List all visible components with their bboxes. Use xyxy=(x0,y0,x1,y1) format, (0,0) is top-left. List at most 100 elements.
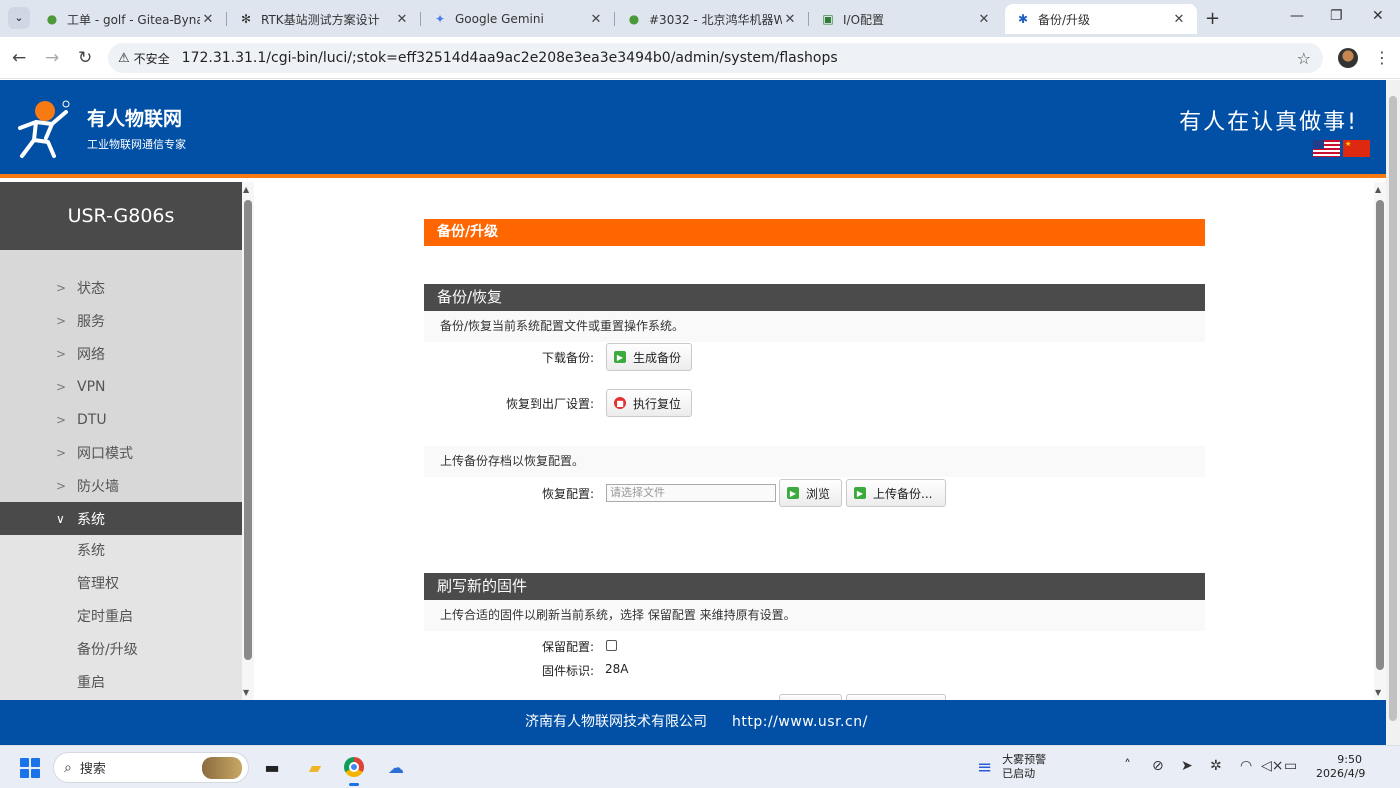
submenu-item-reboot[interactable]: 重启 xyxy=(0,667,242,700)
reload-button[interactable]: ↻ xyxy=(78,48,92,68)
chevron-right-icon: > xyxy=(56,280,67,295)
back-button[interactable]: ← xyxy=(12,48,26,68)
scroll-up-icon[interactable]: ▲ xyxy=(1375,185,1381,194)
browser-tab-gemini[interactable]: ✦ Google Gemini ✕ xyxy=(422,4,614,34)
download-backup-label: 下载备份: xyxy=(541,351,594,365)
chevron-right-icon: > xyxy=(56,379,67,394)
usr-logo-icon xyxy=(18,100,70,158)
scrollbar-thumb[interactable] xyxy=(1389,96,1397,721)
chevron-right-icon: > xyxy=(56,478,67,493)
upload-backup-button[interactable]: ▶ 上传备份... xyxy=(846,479,946,507)
generate-backup-button[interactable]: ▶ 生成备份 xyxy=(606,343,692,371)
scroll-down-icon[interactable]: ▼ xyxy=(243,688,249,697)
restore-button[interactable]: ❐ xyxy=(1330,8,1343,24)
close-icon[interactable]: ✕ xyxy=(782,12,798,27)
sidebar-item-network[interactable]: > 网络 xyxy=(0,337,242,370)
file-explorer-icon[interactable]: ▰ xyxy=(302,754,328,780)
forward-button[interactable]: → xyxy=(45,48,59,68)
weather-widget[interactable]: ≡ 大雾预警 已启动 xyxy=(977,753,1046,781)
submenu-item-system[interactable]: 系统 xyxy=(0,535,242,568)
page-title: 备份/升级 xyxy=(424,219,1205,246)
factory-reset-label: 恢复到出厂设置: xyxy=(505,397,594,411)
location-icon[interactable]: ➤ xyxy=(1181,758,1193,774)
task-view-icon[interactable]: ▬ xyxy=(259,754,285,780)
close-icon[interactable]: ✕ xyxy=(1171,12,1187,27)
backup-section-title: 备份/恢复 xyxy=(424,284,1205,311)
url-omnibox[interactable]: ⚠ 不安全 172.31.31.1/cgi-bin/luci/;stok=eff… xyxy=(108,43,1323,73)
sidebar-item-status[interactable]: > 状态 xyxy=(0,271,242,304)
chatgpt-icon: ✻ xyxy=(240,12,252,26)
tab-search-button[interactable]: ⌄ xyxy=(8,7,30,29)
browse-button[interactable]: ▶ 浏览 xyxy=(779,479,842,507)
submenu-item-scheduled-reboot[interactable]: 定时重启 xyxy=(0,601,242,634)
brand-name: 有人物联网 xyxy=(87,108,183,130)
sidebar-item-firewall[interactable]: > 防火墙 xyxy=(0,469,242,502)
tab-divider xyxy=(420,12,421,26)
sidebar-item-port-mode[interactable]: > 网口模式 xyxy=(0,436,242,469)
gitea-icon: ● xyxy=(46,12,58,26)
network-app-icon[interactable]: ☁ xyxy=(383,754,409,780)
browser-tab-strip: ⌄ ● 工单 - golf - Gitea-Bynav ✕ ✻ RTK基站测试方… xyxy=(0,0,1400,37)
keep-settings-label: 保留配置: xyxy=(541,640,594,654)
router-icon: ▣ xyxy=(822,12,834,26)
sidebar-item-vpn[interactable]: > VPN xyxy=(0,370,242,403)
sidebar: USR-G806s > 状态 > 服务 > 网络 > VPN > DTU > 网… xyxy=(0,182,242,700)
new-tab-button[interactable]: + xyxy=(1205,8,1220,29)
chrome-icon[interactable] xyxy=(341,754,367,786)
sidebar-scrollbar[interactable]: ▲ ▼ xyxy=(242,182,254,700)
browser-tab-gitea-issue[interactable]: ● #3032 - 北京鸿华机器WP ✕ xyxy=(616,4,808,34)
system-submenu: 系统 管理权 定时重启 备份/升级 重启 xyxy=(0,535,242,700)
security-tray-icon[interactable]: ✲ xyxy=(1210,758,1222,774)
fog-icon: ≡ xyxy=(977,756,993,778)
restore-config-label: 恢复配置: xyxy=(541,487,594,501)
chevron-up-icon[interactable]: ˄ xyxy=(1124,758,1131,774)
sidebar-item-services[interactable]: > 服务 xyxy=(0,304,242,337)
battery-icon[interactable]: ▭ xyxy=(1284,758,1297,774)
close-icon[interactable]: ✕ xyxy=(976,12,992,27)
browser-tab-rtk[interactable]: ✻ RTK基站测试方案设计 ✕ xyxy=(228,4,420,34)
search-highlight-image xyxy=(202,757,242,779)
stop-icon: ■ xyxy=(614,397,626,409)
browser-tab-backup-upgrade[interactable]: ✱ 备份/升级 ✕ xyxy=(1005,4,1197,34)
english-flag-icon[interactable] xyxy=(1313,140,1340,157)
device-model: USR-G806s xyxy=(0,182,242,250)
bookmark-star-icon[interactable]: ☆ xyxy=(1297,49,1311,68)
firmware-id-value: 28A xyxy=(605,662,629,676)
close-icon[interactable]: ✕ xyxy=(394,12,410,27)
chinese-flag-icon[interactable]: ★ xyxy=(1343,140,1370,157)
page-scrollbar[interactable] xyxy=(1386,80,1400,745)
scroll-up-icon[interactable]: ▲ xyxy=(243,185,249,194)
window-close-button[interactable]: ✕ xyxy=(1372,8,1384,24)
scroll-down-icon[interactable]: ▼ xyxy=(1375,688,1381,697)
system-clock[interactable]: 9:50 2026/4/9 xyxy=(1316,753,1365,781)
reset-button[interactable]: ■ 执行复位 xyxy=(606,389,692,417)
sidebar-item-system[interactable]: ∨ 系统 xyxy=(0,502,242,535)
wifi-icon[interactable]: ◠ xyxy=(1240,758,1252,774)
browser-tab-gitea-golf[interactable]: ● 工单 - golf - Gitea-Bynav ✕ xyxy=(34,4,226,34)
scrollbar-thumb[interactable] xyxy=(244,200,252,660)
sidebar-item-dtu[interactable]: > DTU xyxy=(0,403,242,436)
volume-muted-icon[interactable]: ◁× xyxy=(1261,758,1284,774)
content-scrollbar[interactable]: ▲ ▼ xyxy=(1374,182,1386,700)
url-text[interactable]: 172.31.31.1/cgi-bin/luci/;stok=eff32514d… xyxy=(182,50,838,66)
browser-menu-icon[interactable]: ⋮ xyxy=(1374,48,1390,67)
taskbar-search[interactable]: ⌕ 搜索 xyxy=(53,752,249,783)
browser-tab-io-config[interactable]: ▣ I/O配置 ✕ xyxy=(810,4,1002,34)
usr-icon: ✱ xyxy=(1017,12,1029,26)
backup-file-input[interactable]: 请选择文件 xyxy=(606,484,776,502)
tab-divider xyxy=(808,12,809,26)
submenu-item-backup-upgrade[interactable]: 备份/升级 xyxy=(0,634,242,667)
scrollbar-thumb[interactable] xyxy=(1376,200,1384,670)
minimize-button[interactable]: — xyxy=(1290,8,1304,24)
close-icon[interactable]: ✕ xyxy=(588,12,604,27)
tab-divider xyxy=(226,12,227,26)
footer-link[interactable]: http://www.usr.cn/ xyxy=(732,700,868,745)
cloud-off-icon[interactable]: ⊘ xyxy=(1152,758,1164,774)
profile-avatar[interactable] xyxy=(1338,48,1358,68)
windows-start-icon[interactable] xyxy=(20,758,40,778)
security-indicator[interactable]: ⚠ 不安全 xyxy=(118,50,170,67)
keep-settings-checkbox[interactable] xyxy=(606,640,617,651)
close-icon[interactable]: ✕ xyxy=(200,12,216,27)
submenu-item-admin[interactable]: 管理权 xyxy=(0,568,242,601)
firmware-id-label: 固件标识: xyxy=(541,664,594,678)
